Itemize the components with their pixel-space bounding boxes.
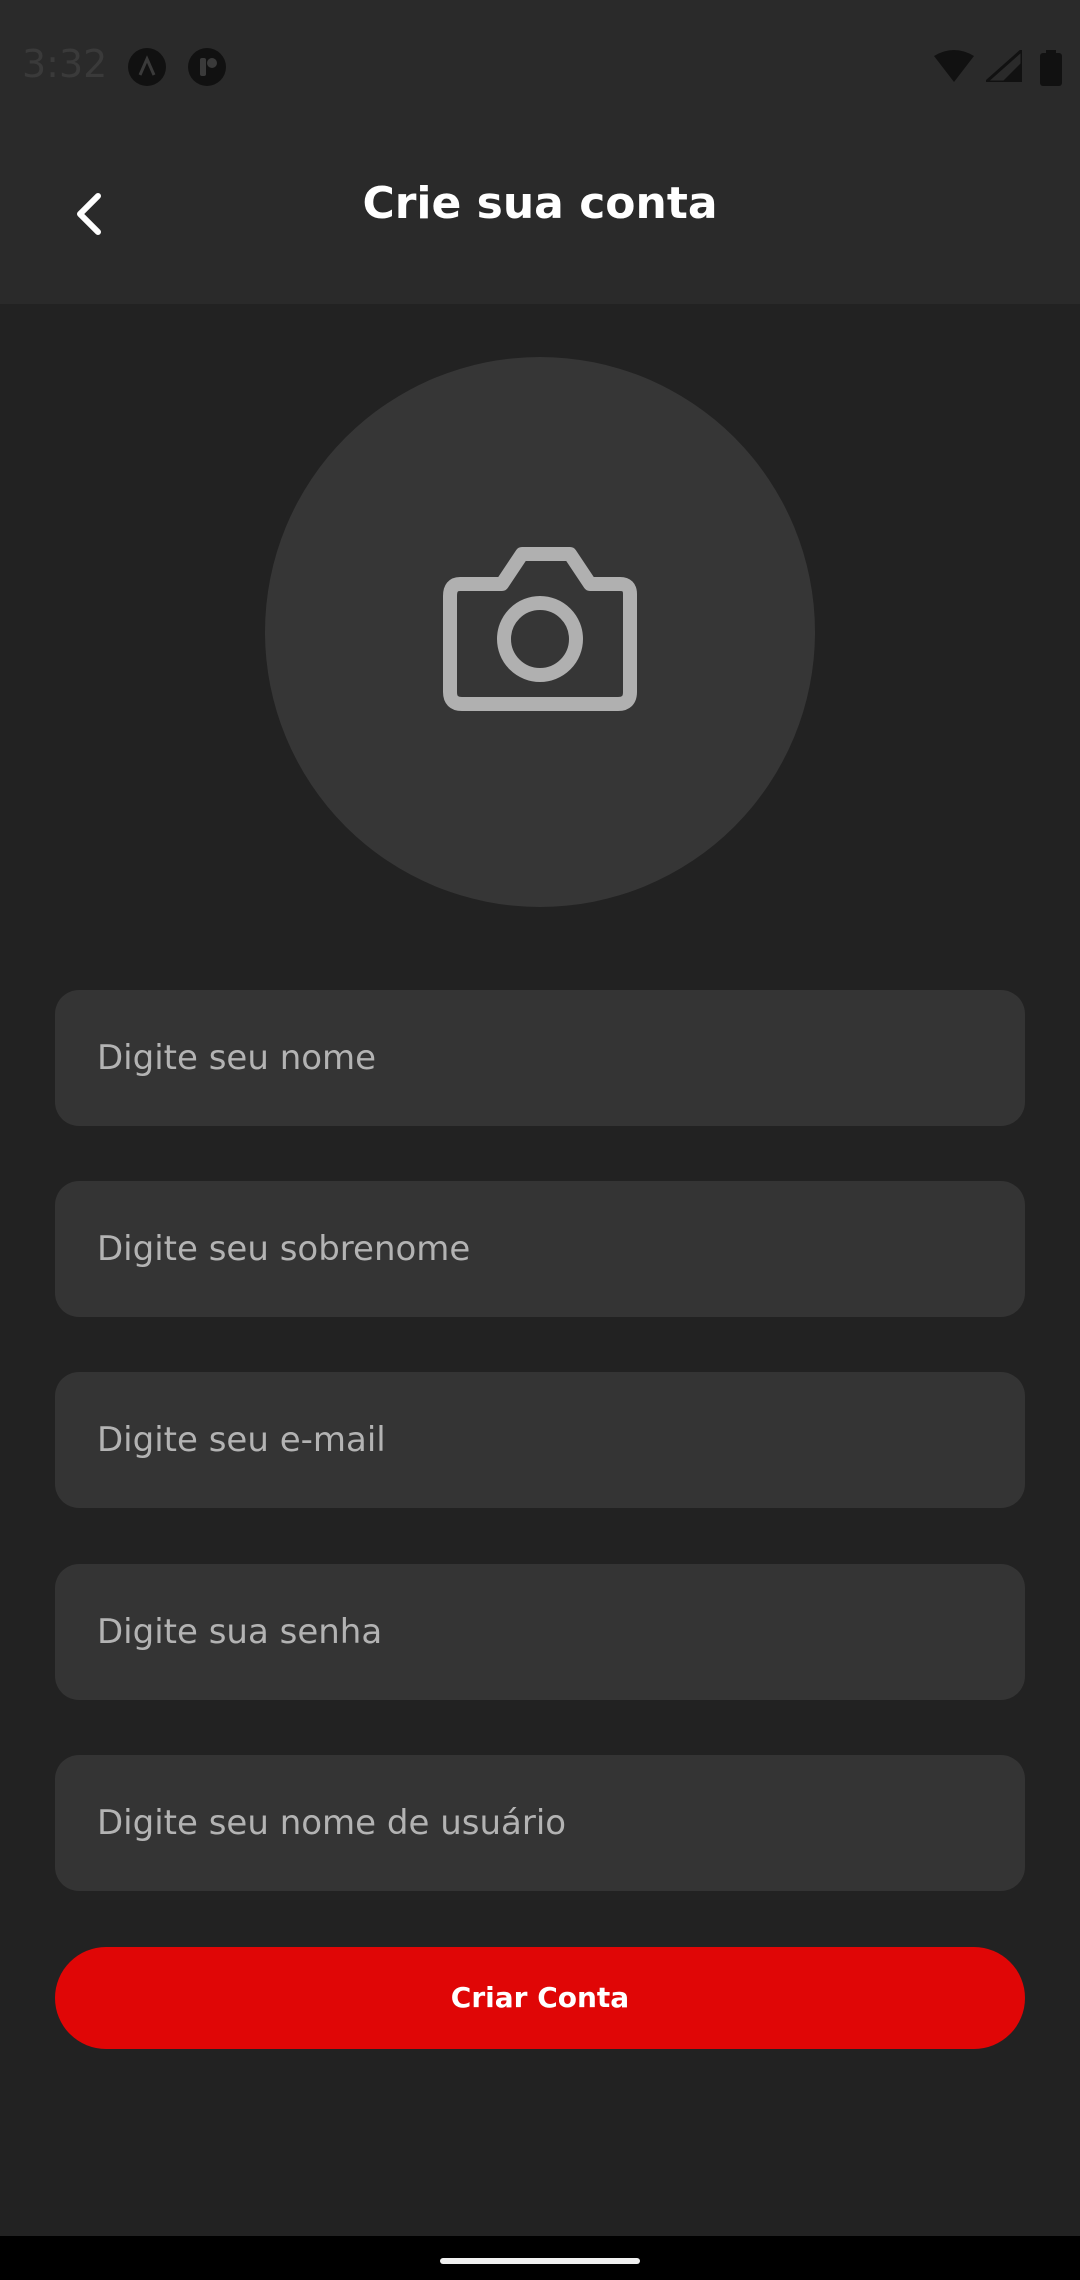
first-name-input[interactable] [55,990,1025,1126]
password-field[interactable] [55,1564,1025,1700]
last-name-field[interactable] [55,1181,1025,1317]
avatar-photo-picker[interactable] [265,357,815,907]
navigation-bar [0,2236,1080,2280]
password-input[interactable] [55,1564,1025,1700]
status-bar: 3:32 [0,0,1080,124]
create-account-button[interactable]: Criar Conta [55,1947,1025,2049]
cellular-signal-icon [986,50,1022,82]
battery-icon [1040,50,1062,86]
app-a-icon [128,48,166,86]
page-title: Crie sua conta [362,178,718,229]
app-b-icon [188,48,226,86]
camera-icon [443,547,637,711]
username-field[interactable] [55,1755,1025,1891]
last-name-input[interactable] [55,1181,1025,1317]
email-input[interactable] [55,1372,1025,1508]
email-field[interactable] [55,1372,1025,1508]
status-time: 3:32 [22,42,108,86]
wifi-icon [934,50,974,82]
home-indicator[interactable] [440,2258,640,2264]
first-name-field[interactable] [55,990,1025,1126]
username-input[interactable] [55,1755,1025,1891]
app-header: Crie sua conta [0,124,1080,304]
create-account-screen: 3:32 Crie sua conta Digite seu nome Digi… [0,0,1080,2280]
